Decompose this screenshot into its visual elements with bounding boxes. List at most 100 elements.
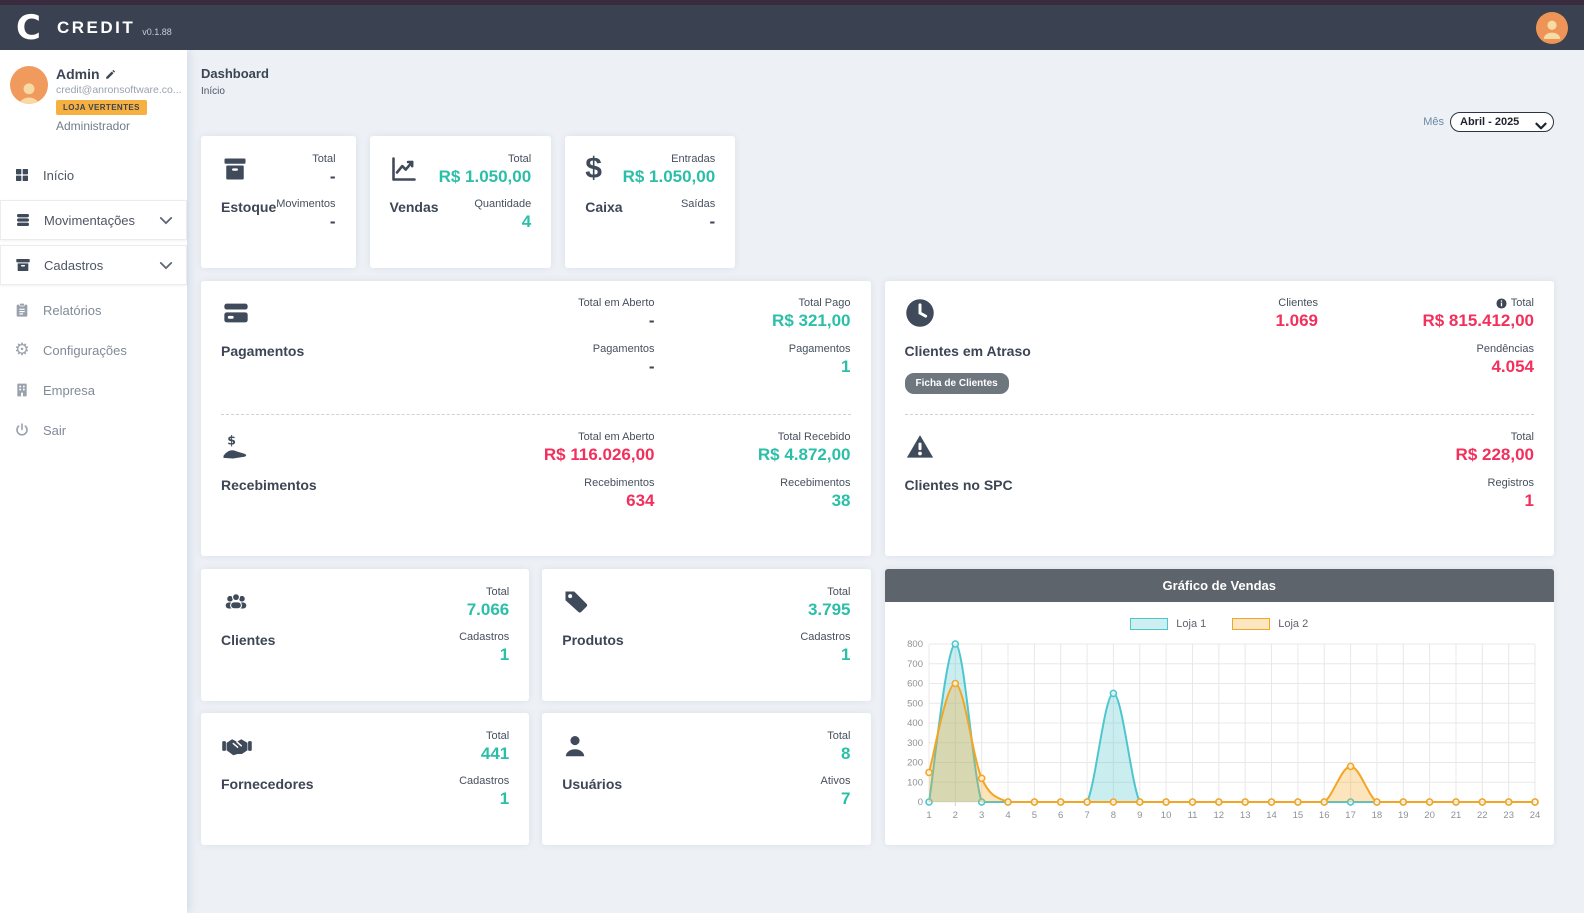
- clientes-spc-section: Clientes no SPC TotalR$ 228,00 Registros…: [905, 431, 1535, 544]
- stat-value: R$ 1.050,00: [623, 167, 716, 187]
- stat-value: R$ 116.026,00: [459, 445, 655, 465]
- stat-label: Total: [1318, 431, 1534, 443]
- chart-title: Gráfico de Vendas: [885, 569, 1555, 602]
- stat-label: Ativos: [821, 775, 851, 787]
- svg-text:200: 200: [907, 758, 923, 769]
- svg-text:7: 7: [1084, 810, 1089, 821]
- svg-text:$: $: [227, 433, 236, 448]
- sidebar-item-relatorios[interactable]: Relatórios: [0, 290, 187, 330]
- legend-item-loja2[interactable]: Loja 2: [1232, 618, 1308, 630]
- stat-value: R$ 228,00: [1318, 445, 1534, 465]
- sales-chart: 1234567891011121314151617181920212223240…: [895, 634, 1543, 830]
- legend-swatch-loja1: [1130, 618, 1168, 630]
- svg-text:19: 19: [1398, 810, 1409, 821]
- svg-text:500: 500: [907, 698, 923, 709]
- stat-label: Movimentos: [276, 198, 335, 210]
- svg-text:14: 14: [1266, 810, 1277, 821]
- svg-text:3: 3: [979, 810, 984, 821]
- stat-value: -: [276, 212, 335, 232]
- stat-label: Registros: [1318, 477, 1534, 489]
- caixa-card: $ Caixa EntradasR$ 1.050,00 Saídas-: [565, 136, 735, 268]
- stat-value: 634: [459, 491, 655, 511]
- card-title: Recebimentos: [221, 477, 459, 493]
- tag-icon: [562, 586, 623, 618]
- stat-value: -: [276, 167, 335, 187]
- sidebar-item-cadastros[interactable]: Cadastros: [0, 245, 187, 285]
- gear-icon: ⚙: [13, 342, 31, 359]
- svg-text:2: 2: [952, 810, 957, 821]
- svg-text:20: 20: [1424, 810, 1435, 821]
- stat-label: Quantidade: [439, 198, 532, 210]
- produtos-card: Produtos Total3.795 Cadastros1: [542, 569, 870, 701]
- stat-label: Pagamentos: [655, 343, 851, 355]
- sidebar-item-inicio[interactable]: Início: [0, 155, 187, 195]
- stat-label: Total: [439, 153, 532, 165]
- svg-text:5: 5: [1031, 810, 1036, 821]
- stat-label: Total em Aberto: [459, 297, 655, 309]
- legend-item-loja1[interactable]: Loja 1: [1130, 618, 1206, 630]
- warning-icon: [905, 431, 1319, 463]
- stat-label: Recebimentos: [459, 477, 655, 489]
- month-select[interactable]: Abril - 2025: [1450, 112, 1554, 132]
- stat-label: Total: [800, 586, 850, 598]
- svg-text:16: 16: [1318, 810, 1329, 821]
- stat-label: Total Pago: [655, 297, 851, 309]
- stat-label: Pendências: [1318, 343, 1534, 355]
- sidebar-item-empresa[interactable]: Empresa: [0, 370, 187, 410]
- person-icon: [1541, 17, 1563, 39]
- stat-value: -: [459, 311, 655, 331]
- clock-icon: [905, 297, 1149, 329]
- svg-text:11: 11: [1187, 810, 1197, 821]
- svg-text:22: 22: [1477, 810, 1488, 821]
- power-icon: [13, 422, 31, 438]
- archive-icon: [14, 257, 32, 273]
- divider: [905, 414, 1535, 415]
- sales-chart-card: Gráfico de Vendas Loja 1 Loja 2 12345678…: [885, 569, 1555, 845]
- pagamentos-recebimentos-card: Pagamentos Total em Aberto- Pagamentos- …: [201, 281, 871, 556]
- stat-value: 1: [655, 357, 851, 377]
- svg-text:8: 8: [1110, 810, 1115, 821]
- user-role: Administrador: [56, 119, 177, 133]
- app-title: CREDIT: [57, 18, 135, 38]
- sidebar-item-configuracoes[interactable]: ⚙ Configurações: [0, 330, 187, 370]
- svg-text:15: 15: [1292, 810, 1303, 821]
- stat-value: R$ 815.412,00: [1318, 311, 1534, 331]
- breadcrumb: Início: [201, 86, 1554, 97]
- svg-text:17: 17: [1345, 810, 1356, 821]
- stat-value: 8: [821, 744, 851, 764]
- sidebar-item-movimentacoes[interactable]: Movimentações: [0, 200, 187, 240]
- info-icon: [1496, 298, 1507, 309]
- clipboard-icon: [13, 302, 31, 318]
- stat-label: Total: [821, 730, 851, 742]
- svg-text:10: 10: [1160, 810, 1171, 821]
- stat-label: Total Recebido: [655, 431, 851, 443]
- month-filter-label: Mês: [1423, 116, 1444, 128]
- card-title: Caixa: [585, 199, 622, 215]
- database-icon: [14, 212, 32, 228]
- estoque-card: Estoque Total- Movimentos-: [201, 136, 356, 268]
- clientes-atraso-section: Clientes em Atraso Ficha de Clientes Cli…: [905, 297, 1535, 410]
- svg-text:800: 800: [907, 639, 923, 650]
- svg-text:0: 0: [917, 797, 922, 808]
- sidebar-item-sair[interactable]: Sair: [0, 410, 187, 450]
- stat-value: 7: [821, 789, 851, 809]
- stat-label: Entradas: [623, 153, 716, 165]
- user-name: Admin: [56, 66, 100, 82]
- svg-text:13: 13: [1239, 810, 1250, 821]
- sidebar-item-label: Movimentações: [44, 213, 135, 228]
- edit-pencil-icon[interactable]: [105, 69, 116, 80]
- user-avatar-button[interactable]: [1536, 12, 1568, 44]
- fornecedores-card: Fornecedores Total441 Cadastros1: [201, 713, 529, 845]
- svg-text:18: 18: [1371, 810, 1382, 821]
- stat-label: Cadastros: [459, 775, 509, 787]
- svg-text:600: 600: [907, 679, 923, 690]
- stat-value: 441: [459, 744, 509, 764]
- legend-swatch-loja2: [1232, 618, 1270, 630]
- main-content: Dashboard Início Mês Abril - 2025 Estoqu…: [187, 50, 1584, 913]
- stat-value: 1: [800, 645, 850, 665]
- clientes-card: Clientes Total7.066 Cadastros1: [201, 569, 529, 701]
- ficha-clientes-button[interactable]: Ficha de Clientes: [905, 373, 1009, 394]
- sidebar-item-label: Cadastros: [44, 258, 103, 273]
- card-title: Clientes: [221, 632, 275, 648]
- store-badge: LOJA VERTENTES: [56, 100, 147, 115]
